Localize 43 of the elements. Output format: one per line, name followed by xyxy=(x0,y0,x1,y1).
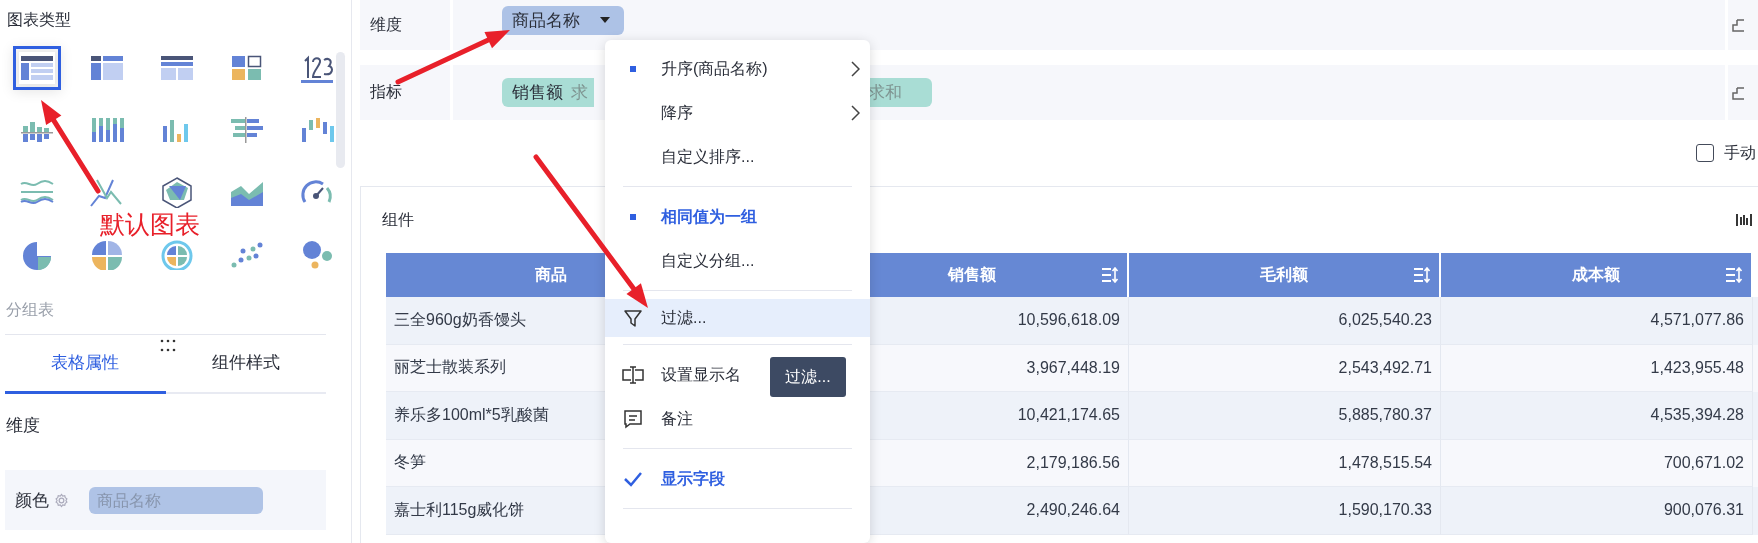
table-cell: 5,885,780.37 xyxy=(1129,392,1441,440)
chart-type-name: 分组表 xyxy=(5,300,55,320)
menu-item[interactable]: 相同值为一组 xyxy=(605,195,870,239)
property-tab[interactable]: 组件样式 xyxy=(165,335,326,394)
chart-type-option[interactable] xyxy=(159,238,195,270)
table-cell: 1,590,170.33 xyxy=(1129,487,1441,535)
tooltip: 过滤... xyxy=(770,357,846,397)
field-label: 颜色 xyxy=(15,489,49,512)
chart-type-icon xyxy=(229,114,265,146)
field-chip[interactable]: 销售额 求 xyxy=(502,78,594,107)
layout-icon[interactable] xyxy=(1732,17,1744,33)
dropdown-caret-icon xyxy=(600,17,610,23)
chart-type-option[interactable] xyxy=(159,176,195,208)
text-cursor-icon xyxy=(622,365,644,385)
filter-icon xyxy=(623,308,643,328)
table-cell: 900,076.31 xyxy=(1441,487,1753,535)
settings-icon[interactable] xyxy=(54,492,69,508)
chart-type-icon xyxy=(159,176,195,208)
row-label: 维度 xyxy=(360,0,453,50)
card-title: 组件 xyxy=(382,209,414,230)
chart-type-option[interactable] xyxy=(229,114,265,146)
panel-title: 图表类型 xyxy=(6,10,72,30)
chart-type-icon xyxy=(159,238,195,270)
checkbox[interactable] xyxy=(1696,144,1714,162)
menu-item[interactable]: 自定义排序... xyxy=(605,135,870,179)
checkbox-label: 手动 xyxy=(1724,142,1756,163)
table-cell: 6,025,540.23 xyxy=(1129,297,1441,345)
sort-icon[interactable] xyxy=(1725,267,1743,283)
chart-type-icon xyxy=(89,238,125,270)
sort-icon[interactable] xyxy=(1101,267,1119,283)
row-label: 指标 xyxy=(360,65,453,120)
layout-icon[interactable] xyxy=(1732,84,1744,101)
annotation-label: 默认图表 xyxy=(100,212,200,237)
table-cell: 4,535,394.28 xyxy=(1441,392,1753,440)
sort-icon[interactable] xyxy=(1413,267,1431,283)
property-tab[interactable]: 表格属性 xyxy=(5,335,166,394)
comment-icon xyxy=(623,409,643,429)
field-chip[interactable]: 商品名称 xyxy=(502,5,624,35)
bars-icon[interactable] xyxy=(1736,212,1752,228)
section-title: 维度 xyxy=(5,415,41,437)
chart-type-option[interactable] xyxy=(89,238,125,270)
table-cell: 4,571,077.86 xyxy=(1441,297,1753,345)
menu-item[interactable]: 过滤... xyxy=(605,299,870,337)
